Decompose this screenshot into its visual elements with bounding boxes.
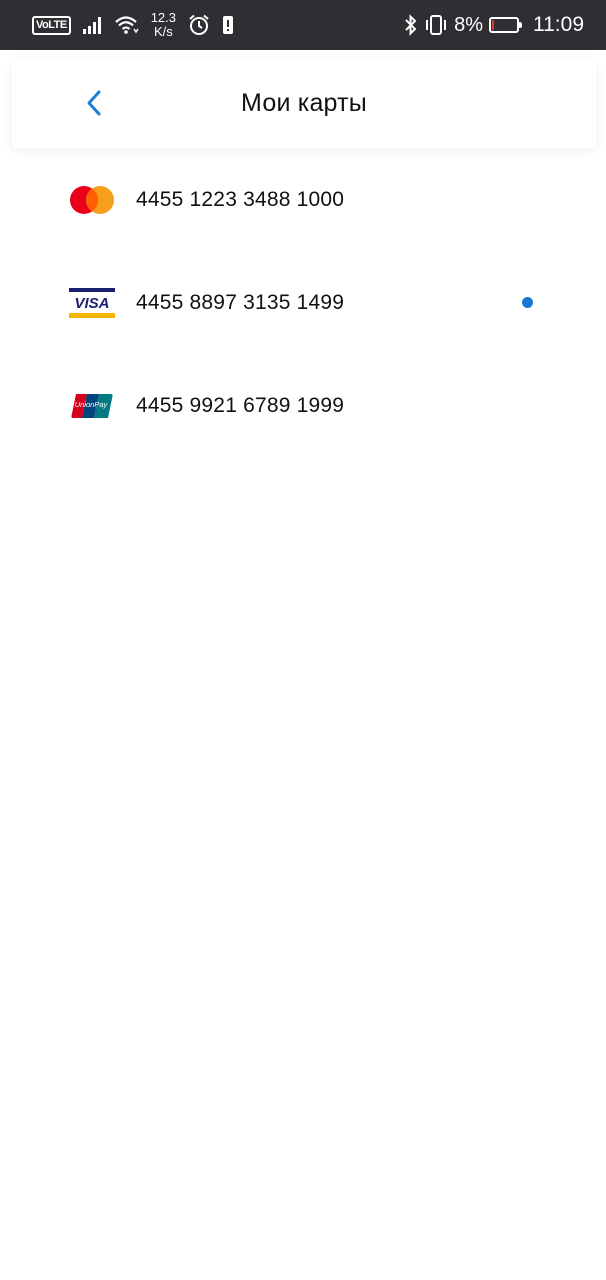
card-number: 4455 1223 3488 1000 — [136, 187, 345, 211]
page-title: Мои карты — [241, 88, 367, 117]
mastercard-icon — [68, 184, 116, 216]
card-number: 4455 8897 3135 1499 — [136, 290, 345, 314]
unionpay-logo-text: UnionPay — [75, 400, 109, 409]
visa-icon: VISA — [68, 287, 116, 319]
wifi-icon — [114, 15, 139, 35]
alarm-icon — [188, 14, 210, 36]
battery-fill — [492, 20, 494, 30]
status-time: 11:09 — [533, 13, 584, 36]
card-list: 4455 1223 3488 1000 VISA 4455 8897 3135 … — [0, 148, 606, 457]
sim-icon — [222, 15, 234, 35]
speed-unit: K/s — [153, 24, 173, 39]
card-number: 4455 9921 6789 1999 — [136, 393, 345, 417]
card-item-unionpay[interactable]: UnionPay 4455 9921 6789 1999 — [0, 354, 606, 457]
unionpay-icon: UnionPay — [68, 390, 116, 422]
card-item-mastercard[interactable]: 4455 1223 3488 1000 — [0, 148, 606, 251]
card-item-visa[interactable]: VISA 4455 8897 3135 1499 — [0, 251, 606, 354]
battery-icon — [489, 17, 522, 33]
app-header: Мои карты — [12, 58, 596, 148]
status-bar: VoLTE 12.3 K/s 8% 11:09 — [0, 0, 606, 50]
speed-value: 12.3 — [150, 10, 177, 25]
signal-icon — [82, 16, 103, 34]
bluetooth-icon — [404, 14, 418, 36]
vibrate-icon — [424, 14, 448, 36]
visa-logo-text: VISA — [74, 295, 109, 312]
selected-card-indicator — [522, 297, 533, 308]
network-speed: 12.3 K/s — [151, 11, 176, 39]
volte-indicator: VoLTE — [32, 15, 71, 35]
chevron-left-icon — [87, 90, 101, 116]
back-button[interactable] — [76, 85, 112, 121]
battery-percent: 8% — [454, 13, 483, 36]
